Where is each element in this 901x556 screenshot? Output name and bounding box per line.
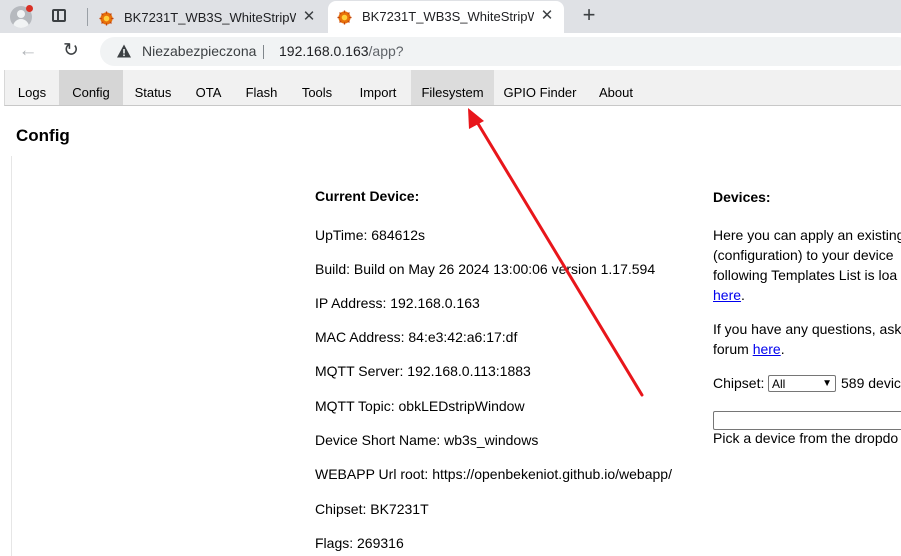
url-host: 192.168.0.163 (279, 43, 369, 59)
app-menu-bar: Logs Config Status OTA Flash Tools Impor… (4, 70, 901, 106)
build-line: Build: Build on May 26 2024 13:00:06 ver… (315, 261, 656, 277)
mqtt-topic-line: MQTT Topic: obkLEDstripWindow (315, 398, 525, 414)
browser-tab-title: BK7231T_WB3S_WhiteStripWindow (124, 10, 296, 25)
menu-tab-filesystem[interactable]: Filesystem (411, 70, 494, 105)
menu-tab-tools[interactable]: Tools (289, 70, 345, 105)
mqtt-server-line: MQTT Server: 192.168.0.113:1883 (315, 363, 531, 379)
templates-text-line-2: (configuration) to your device (713, 247, 894, 263)
period-text: . (741, 287, 745, 303)
warning-icon[interactable] (116, 43, 132, 59)
close-tab-icon[interactable]: ✕ (300, 8, 318, 26)
security-status-label[interactable]: Niezabezpieczona (142, 43, 256, 59)
menu-tab-gpio-finder[interactable]: GPIO Finder (494, 70, 586, 105)
templates-text-line-4: here. (713, 285, 745, 305)
tab-actions-icon[interactable] (52, 9, 66, 22)
forum-link[interactable]: here (753, 341, 781, 357)
flags-line: Flags: 269316 (315, 535, 404, 551)
menu-tab-import[interactable]: Import (345, 70, 411, 105)
new-tab-button[interactable]: + (578, 3, 600, 27)
questions-text-line-1: If you have any questions, ask (713, 321, 901, 337)
chipset-select-value: All (772, 377, 786, 391)
column-divider (11, 156, 12, 556)
notification-dot (26, 5, 33, 12)
questions-text-line-2: forum here. (713, 339, 785, 359)
current-device-heading: Current Device: (315, 188, 420, 204)
chevron-down-icon: ▼ (822, 378, 832, 389)
chipset-filter-row: Chipset: All ▼ 589 devic (713, 373, 901, 393)
ip-address-line: IP Address: 192.168.0.163 (315, 295, 480, 311)
browser-tab-title: BK7231T_WB3S_WhiteStripWindow (362, 9, 534, 24)
page-title: Config (16, 126, 70, 145)
pick-device-text: Pick a device from the dropdo (713, 430, 899, 446)
mac-address-line: MAC Address: 84:e3:42:a6:17:df (315, 329, 518, 345)
url-text[interactable]: 192.168.0.163/app? (279, 43, 404, 59)
forum-text: forum (713, 341, 753, 357)
browser-tab-1[interactable]: BK7231T_WB3S_WhiteStripWindow ✕ (90, 2, 326, 33)
templates-text-line-3: following Templates List is loa (713, 267, 898, 283)
chipset-line: Chipset: BK7231T (315, 501, 429, 517)
templates-text-line-1: Here you can apply an existing (713, 227, 901, 243)
gear-favicon-icon (337, 10, 352, 25)
web-page: Logs Config Status OTA Flash Tools Impor… (0, 69, 901, 556)
device-count: 589 devic (841, 375, 901, 391)
gear-favicon-icon (99, 11, 114, 26)
menu-tab-about[interactable]: About (586, 70, 646, 105)
period-text: . (780, 341, 785, 357)
browser-toolbar: ← ↻ Niezabezpieczona 192.168.0.163/app? (0, 33, 901, 69)
uptime-line: UpTime: 684612s (315, 227, 425, 243)
close-tab-icon[interactable]: ✕ (538, 7, 556, 25)
browser-tab-2-active[interactable]: BK7231T_WB3S_WhiteStripWindow ✕ (328, 1, 564, 33)
menu-tab-flash[interactable]: Flash (234, 70, 289, 105)
templates-link[interactable]: here (713, 287, 741, 303)
reload-icon[interactable]: ↻ (59, 39, 83, 63)
menu-tab-status[interactable]: Status (123, 70, 183, 105)
webapp-url-line: WEBAPP Url root: https://openbekeniot.gi… (315, 466, 672, 482)
address-bar[interactable]: Niezabezpieczona 192.168.0.163/app? (100, 37, 901, 66)
devices-heading: Devices: (713, 189, 771, 205)
browser-tab-strip: BK7231T_WB3S_WhiteStripWindow ✕ BK7231T_… (0, 0, 901, 33)
menu-tab-logs[interactable]: Logs (5, 70, 59, 105)
device-short-name-line: Device Short Name: wb3s_windows (315, 432, 539, 448)
back-arrow-icon[interactable]: ← (16, 39, 40, 63)
omnibox-separator (263, 45, 264, 59)
url-path: /app? (368, 43, 404, 59)
menu-tab-ota[interactable]: OTA (183, 70, 234, 105)
tab-separator (87, 8, 88, 26)
chipset-label: Chipset: (713, 375, 765, 391)
chipset-select[interactable]: All ▼ (768, 375, 836, 392)
menu-tab-config[interactable]: Config (59, 70, 123, 105)
